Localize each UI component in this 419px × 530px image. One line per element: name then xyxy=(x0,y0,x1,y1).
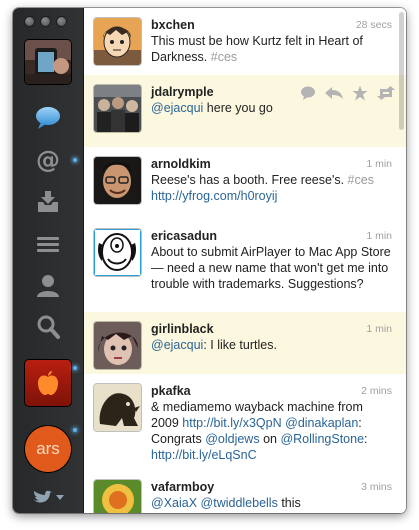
url-link[interactable]: http://bit.ly/x3QpN xyxy=(182,416,281,430)
tweet-row-mention[interactable]: girlinblack 1 min @ejacqui: I like turtl… xyxy=(84,312,406,375)
tweet-text: About to submit AirPlayer to Mac App Sto… xyxy=(151,245,391,291)
mentions-at-icon[interactable]: @ xyxy=(33,146,63,174)
tweet-text-segment: this xyxy=(277,496,301,510)
tweet-username[interactable]: girlinblack xyxy=(151,322,214,336)
lists-icon[interactable] xyxy=(33,230,63,258)
retweet-icon[interactable] xyxy=(376,86,396,100)
tweet-timestamp: 28 secs xyxy=(355,19,392,31)
mention-link[interactable]: @oldjews xyxy=(205,432,259,446)
tweet-actions xyxy=(300,85,396,101)
mention-link[interactable]: @ejacqui xyxy=(151,338,203,352)
mention-link[interactable]: @dinakaplan xyxy=(285,416,358,430)
compose-bird-button[interactable] xyxy=(31,490,64,506)
mention-link[interactable]: @ejacqui xyxy=(151,101,203,115)
bird-icon xyxy=(33,490,52,503)
tweet-username[interactable]: arnoldkim xyxy=(151,157,211,171)
chevron-down-icon xyxy=(56,495,64,500)
tweet-row[interactable]: bxchen 28 secs This must be how Kurtz fe… xyxy=(84,8,406,76)
ars-account-avatar[interactable]: ars xyxy=(25,426,71,472)
tweet-username[interactable]: ericasadun xyxy=(151,229,217,243)
tweet-row[interactable]: arnoldkim 1 min Reese's has a booth. Fre… xyxy=(84,147,406,220)
tweet-text-segment: This must be how Kurtz felt in Heart of … xyxy=(151,34,363,64)
tweet-timestamp: 1 min xyxy=(366,323,392,335)
mention-link[interactable]: @RollingStone xyxy=(280,432,364,446)
reply-bubble-icon[interactable] xyxy=(300,86,316,100)
tweet-text: & mediamemo wayback machine from 2009 ht… xyxy=(151,399,392,463)
hashtag-link[interactable]: #ces xyxy=(211,50,237,64)
hashtag-link[interactable]: #ces xyxy=(348,173,374,187)
messages-inbox-icon[interactable] xyxy=(33,188,63,216)
tweet-username[interactable]: vafarmboy xyxy=(151,480,214,494)
reply-arrow-icon[interactable] xyxy=(324,86,344,100)
ars-label: ars xyxy=(36,439,60,458)
tweet-username[interactable]: pkafka xyxy=(151,384,191,398)
close-window-button[interactable] xyxy=(25,17,34,26)
timeline-scrollbar[interactable] xyxy=(399,12,404,130)
tweet-text-segment: : I like turtles. xyxy=(203,338,277,352)
mentions-unread-dot xyxy=(73,158,77,162)
window-controls xyxy=(25,17,66,26)
user-avatar[interactable] xyxy=(94,85,141,132)
svg-text:@: @ xyxy=(36,146,60,174)
mention-link[interactable]: @XaiaX xyxy=(151,496,197,510)
favorite-star-icon[interactable] xyxy=(352,85,368,101)
search-icon[interactable] xyxy=(33,313,63,341)
account-avatar[interactable] xyxy=(25,40,71,84)
tuaw-account-avatar[interactable] xyxy=(25,360,71,406)
tweet-text: @ejacqui here you go xyxy=(151,100,392,116)
timeline[interactable]: bxchen 28 secs This must be how Kurtz fe… xyxy=(84,8,406,513)
profile-person-icon[interactable] xyxy=(33,272,63,300)
tweet-text-segment: here you go xyxy=(203,101,273,115)
user-avatar[interactable] xyxy=(94,322,141,369)
tuaw-unread-dot xyxy=(73,366,77,370)
tweet-username[interactable]: jdalrymple xyxy=(151,85,214,99)
tweet-timestamp: 1 min xyxy=(366,230,392,242)
tweet-text: This must be how Kurtz felt in Heart of … xyxy=(151,33,392,65)
tweet-timestamp: 3 mins xyxy=(361,481,392,493)
zoom-window-button[interactable] xyxy=(57,17,66,26)
tweet-username[interactable]: bxchen xyxy=(151,18,195,32)
tweet-row[interactable]: vafarmboy 3 mins @XaiaX @twiddlebells th… xyxy=(84,470,406,513)
tweet-text-segment: on xyxy=(259,432,281,446)
url-link[interactable]: http://yfrog.com/h0royij xyxy=(151,189,277,203)
minimize-window-button[interactable] xyxy=(41,17,50,26)
tweet-row[interactable]: pkafka 2 mins & mediamemo wayback machin… xyxy=(84,374,406,471)
user-avatar[interactable] xyxy=(94,480,141,513)
tweet-text-segment: Reese's has a booth. Free reese's. xyxy=(151,173,348,187)
tweet-text-segment: : xyxy=(364,432,368,446)
tweet-text: Reese's has a booth. Free reese's. #ces h… xyxy=(151,172,392,204)
tweetie-window: @ ars bxchen 28 secs This must be how Ku… xyxy=(13,8,406,513)
tweet-text: @ejacqui: I like turtles. xyxy=(151,337,392,353)
timeline-speech-bubble-icon[interactable] xyxy=(33,104,63,132)
user-avatar[interactable] xyxy=(94,18,141,65)
tweet-text: @XaiaX @twiddlebells this xyxy=(151,495,392,511)
tweet-row[interactable]: ericasadun 1 min About to submit AirPlay… xyxy=(84,219,406,313)
user-avatar[interactable] xyxy=(94,229,141,276)
tweet-timestamp: 2 mins xyxy=(361,385,392,397)
mention-link[interactable]: @twiddlebells xyxy=(201,496,278,510)
url-link[interactable]: http://bit.ly/eLqSnC xyxy=(151,448,257,462)
user-avatar[interactable] xyxy=(94,384,141,431)
ars-unread-dot xyxy=(73,428,77,432)
tweet-row-mention[interactable]: jdalrymple @ejacqui here you go xyxy=(84,75,406,148)
sidebar: @ ars xyxy=(13,8,84,513)
tweet-timestamp: 1 min xyxy=(366,158,392,170)
user-avatar[interactable] xyxy=(94,157,141,204)
